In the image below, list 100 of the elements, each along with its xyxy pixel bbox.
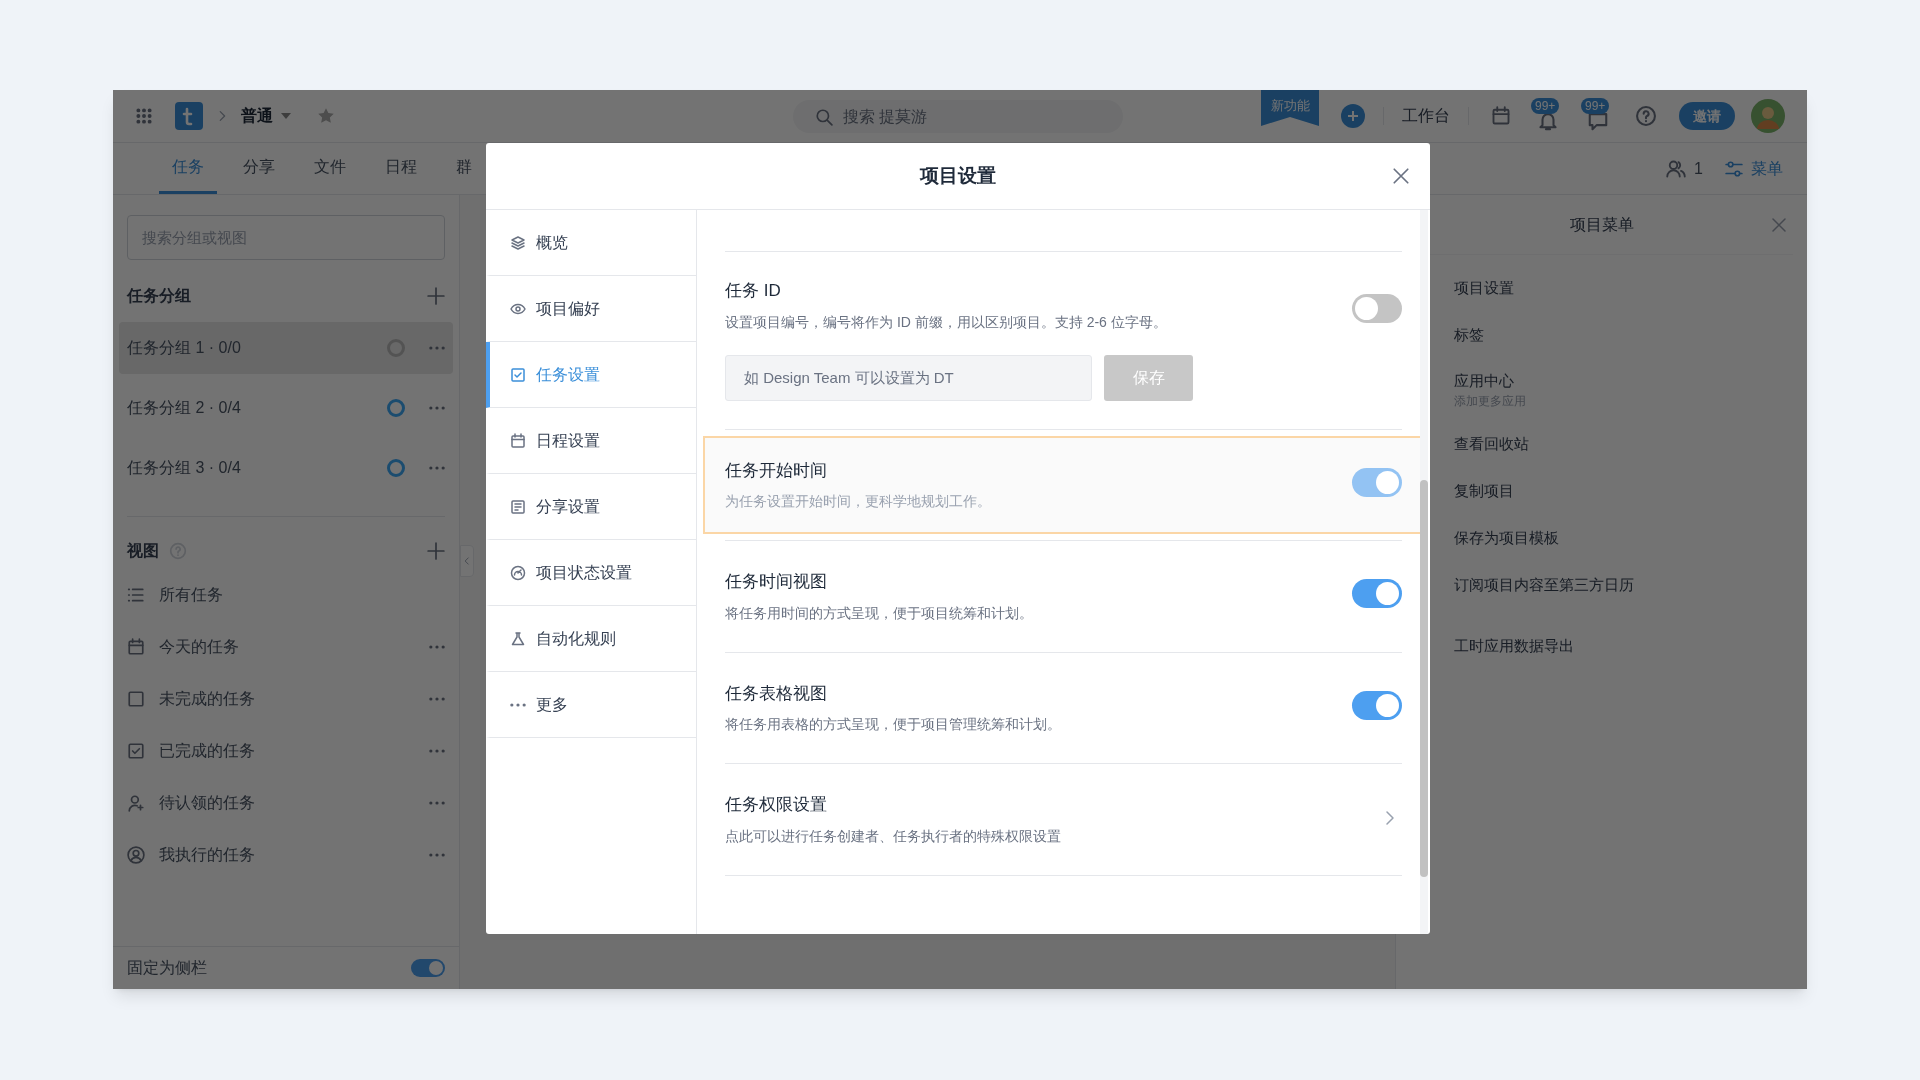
star-icon[interactable] (317, 107, 335, 125)
close-icon (1771, 216, 1787, 233)
count-badge: 99+ (1531, 98, 1560, 114)
settings-nav-item[interactable]: 项目状态设置 (486, 540, 696, 606)
view-item[interactable]: 所有任务 (159, 583, 445, 607)
more-icon[interactable] (429, 645, 445, 649)
settings-nav-item[interactable]: 任务设置 (486, 342, 696, 408)
section-heading: 视图 (127, 541, 159, 561)
toggle-switch[interactable] (1352, 579, 1402, 608)
setting-title: 任务时间视图 (725, 571, 828, 593)
settings-nav-item[interactable]: 日程设置 (486, 408, 696, 474)
panel-menu-item[interactable]: 复制项目 (1454, 480, 1807, 503)
settings-nav-item[interactable]: 概览 (486, 210, 696, 276)
search-icon (815, 108, 833, 126)
toggle-switch[interactable] (1352, 690, 1402, 720)
more-icon[interactable] (429, 346, 445, 350)
group-name: 任务分组 1 · 0/0 (127, 338, 242, 358)
setting-title: 任务权限设置 (725, 794, 828, 816)
nav-tab[interactable]: 任务 (159, 143, 217, 194)
scrollbar-thumb[interactable] (1420, 480, 1428, 877)
add-icon (427, 287, 445, 305)
layers-icon (510, 234, 526, 251)
close-icon (1392, 167, 1410, 185)
panel-menu-item[interactable]: 订阅项目内容至第三方日历 (1454, 574, 1807, 597)
prefix-input[interactable]: 如 Design Team 可以设置为 DT (725, 354, 1092, 401)
view-item[interactable]: 未完成的任务 (159, 687, 429, 711)
nav-tab[interactable]: 日程 (372, 143, 430, 194)
nav-tab[interactable]: 文件 (301, 143, 359, 194)
document-icon (510, 498, 526, 515)
sliders-icon (1725, 159, 1743, 178)
count-badge: 99+ (1581, 98, 1610, 114)
toggle-switch[interactable] (411, 959, 445, 977)
settings-nav-item[interactable]: 自动化规则 (486, 606, 696, 672)
setting-description: 为任务设置开始时间，更科学地规划工作。 (725, 492, 992, 511)
more-icon[interactable] (429, 406, 445, 410)
calendar-icon (510, 432, 526, 449)
member-count[interactable]: 1 (1694, 156, 1703, 181)
section-heading: 任务分组 (127, 286, 191, 306)
settings-nav-item[interactable]: 项目偏好 (486, 276, 696, 342)
nav-tab[interactable]: 群 (443, 143, 485, 194)
more-icon[interactable] (429, 466, 445, 470)
calendar-icon (1491, 106, 1511, 126)
project-name[interactable]: 普通 (241, 104, 273, 128)
help-icon (1635, 105, 1657, 127)
panel-menu-item[interactable]: 标签 (1454, 324, 1807, 347)
more-icon[interactable] (429, 749, 445, 753)
view-item[interactable]: 已完成的任务 (159, 739, 429, 763)
new-feature-ribbon[interactable]: 新功能 (1261, 90, 1319, 126)
user-plus-icon (127, 794, 145, 812)
settings-nav-item[interactable]: 分享设置 (486, 474, 696, 540)
checked-box-icon (510, 366, 526, 383)
search-field[interactable]: 搜索 提莫游 (793, 100, 1123, 133)
workbench-link[interactable]: 工作台 (1402, 104, 1450, 128)
invite-button[interactable]: 邀请 (1679, 102, 1735, 130)
more-icon[interactable] (429, 697, 445, 701)
nav-tab[interactable]: 分享 (230, 143, 288, 194)
panel-title: 项目菜单 (1569, 214, 1634, 235)
calendar-icon (127, 638, 145, 656)
close-button[interactable] (1392, 167, 1410, 185)
gauge-icon (510, 564, 526, 581)
menu-button[interactable]: 菜单 (1725, 156, 1783, 181)
apps-grid-icon (135, 107, 153, 125)
checkbox-icon (127, 690, 145, 708)
setting-description: 将任务用时间的方式呈现，便于项目统筹和计划。 (725, 603, 1034, 623)
panel-menu-item[interactable]: 查看回收站 (1454, 433, 1807, 456)
panel-menu-item[interactable]: 应用中心 (1454, 369, 1807, 393)
members-icon (1666, 158, 1687, 179)
setting-description: 点此可以进行任务创建者、任务执行者的特殊权限设置 (725, 826, 1062, 846)
checked-box-icon (127, 742, 145, 760)
group-item[interactable]: 任务分组 1 · 0/0 (119, 322, 453, 374)
chat-icon (1587, 110, 1609, 132)
panel-menu-item[interactable]: 工时应用数据导出 (1454, 635, 1807, 658)
more-icon[interactable] (429, 853, 445, 857)
group-name: 任务分组 2 · 0/4 (127, 398, 242, 418)
dialog-title: 项目设置 (920, 163, 996, 188)
setting-title: 任务表格视图 (725, 682, 828, 705)
setting-title: 任务开始时间 (725, 459, 828, 482)
setting-description: 设置项目编号，编号将作为 ID 前缀，用以区别项目。支持 2-6 位字母。 (725, 312, 1168, 332)
add-circle-icon[interactable] (1341, 104, 1365, 128)
group-name: 任务分组 3 · 0/4 (127, 458, 242, 478)
user-circle-icon (127, 846, 145, 864)
setting-title: 任务 ID (725, 280, 782, 302)
flask-icon (510, 630, 526, 647)
more-icon[interactable] (429, 801, 445, 805)
pin-sidebar-label: 固定为侧栏 (127, 958, 207, 978)
setting-description: 将任务用表格的方式呈现，便于项目管理统筹和计划。 (725, 715, 1062, 734)
caret-icon[interactable] (281, 113, 291, 119)
collapse-icon (462, 556, 472, 566)
view-item[interactable]: 待认领的任务 (159, 791, 429, 815)
view-item[interactable]: 我执行的任务 (159, 843, 429, 867)
view-item[interactable]: 今天的任务 (159, 635, 429, 659)
avatar[interactable] (1751, 99, 1785, 133)
more-icon[interactable] (510, 702, 526, 707)
add-icon (427, 542, 445, 560)
settings-nav-item[interactable]: 更多 (486, 672, 696, 738)
logo-icon[interactable] (175, 102, 203, 130)
toggle-switch[interactable] (1352, 294, 1402, 323)
panel-menu-item[interactable]: 项目设置 (1454, 277, 1807, 300)
list-icon (127, 586, 145, 604)
panel-menu-item[interactable]: 保存为项目模板 (1454, 527, 1807, 550)
